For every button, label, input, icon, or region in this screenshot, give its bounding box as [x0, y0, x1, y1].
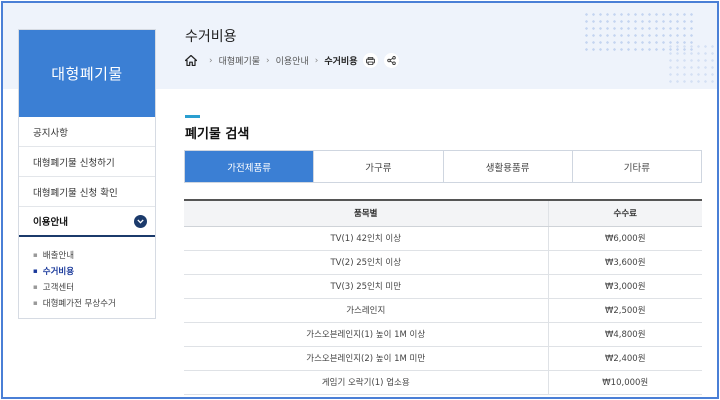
- page-title: 수거비용: [185, 29, 237, 45]
- table-row: TV(1) 42인치 이상 ₩6,000원: [184, 226, 702, 251]
- item-name: 가스레인지: [184, 298, 549, 323]
- sidebar-item-apply[interactable]: 대형폐기물 신청하기: [19, 147, 155, 177]
- chevron-right-icon: ›: [209, 55, 213, 66]
- table-row: 게임기 오락기(1) 업소용 ₩10,000원: [184, 370, 702, 395]
- tab-other[interactable]: 기타류: [571, 151, 701, 182]
- share-icon: [387, 56, 397, 65]
- home-icon[interactable]: [185, 55, 197, 66]
- submenu-item-label: 고객센터: [42, 283, 75, 293]
- tab-household[interactable]: 생활용품류: [442, 151, 572, 182]
- bullet-icon: ▪: [33, 299, 38, 307]
- chevron-down-icon[interactable]: [134, 214, 147, 228]
- item-fee: ₩2,400원: [548, 346, 702, 371]
- item-fee: ₩6,000원: [548, 226, 702, 251]
- sidebar-item-guide[interactable]: 이용안내: [19, 207, 155, 237]
- chevron-right-icon: ›: [266, 55, 270, 66]
- tab-furniture[interactable]: 가구류: [313, 151, 443, 182]
- print-icon: [366, 56, 376, 65]
- breadcrumb-item[interactable]: 대형폐기물: [219, 54, 260, 67]
- submenu-item-support[interactable]: ▪ 고객센터: [33, 279, 155, 295]
- item-fee: ₩3,600원: [548, 250, 702, 275]
- table-row: TV(3) 25인치 미만 ₩3,000원: [184, 274, 702, 299]
- breadcrumb-current: 수거비용: [324, 57, 358, 67]
- section-accent: [185, 115, 200, 118]
- breadcrumb: › 대형폐기물 › 이용안내 › 수거비용: [185, 53, 400, 68]
- table-row: 가스오븐레인지(2) 높이 1M 미만 ₩2,400원: [184, 346, 702, 371]
- item-fee: ₩4,800원: [548, 322, 702, 347]
- item-name: TV(1) 42인치 이상: [184, 226, 549, 251]
- table-row: TV(2) 25인치 이상 ₩3,600원: [184, 250, 702, 275]
- sidebar-heading: 대형폐기물: [19, 30, 155, 117]
- submenu-item-label: 배출안내: [42, 251, 75, 261]
- table-header-row: 품목별 수수료: [184, 200, 702, 227]
- item-fee: ₩10,000원: [548, 370, 702, 395]
- bullet-icon: ▪: [33, 283, 38, 291]
- column-header-fee: 수수료: [548, 200, 702, 227]
- sidebar-item-notice[interactable]: 공지사항: [19, 117, 155, 147]
- submenu-item-free-pickup[interactable]: ▪ 대형폐가전 무상수거: [33, 295, 155, 311]
- submenu-item-cost[interactable]: ▪ 수거비용: [33, 263, 155, 279]
- table-row: 가스레인지 ₩2,500원: [184, 298, 702, 323]
- sidebar-item-label: 이용안내: [33, 217, 68, 228]
- sidebar-item-check[interactable]: 대형폐기물 신청 확인: [19, 177, 155, 207]
- table-row: 가스오븐레인지(1) 높이 1M 이상 ₩4,800원: [184, 322, 702, 347]
- bullet-icon: ▪: [33, 251, 38, 259]
- fee-table: 품목별 수수료 TV(1) 42인치 이상 ₩6,000원 TV(2) 25인치…: [184, 199, 702, 395]
- item-name: TV(2) 25인치 이상: [184, 250, 549, 275]
- submenu-item-disposal[interactable]: ▪ 배출안내: [33, 247, 155, 263]
- item-name: TV(3) 25인치 미만: [184, 274, 549, 299]
- item-fee: ₩2,500원: [548, 298, 702, 323]
- item-name: 가스오븐레인지(2) 높이 1M 미만: [184, 346, 549, 371]
- tab-appliances[interactable]: 가전제품류: [185, 151, 314, 182]
- print-button[interactable]: [363, 53, 379, 68]
- bullet-icon: ▪: [33, 267, 38, 275]
- submenu-item-label: 수거비용: [42, 267, 75, 277]
- column-header-item: 품목별: [184, 200, 549, 227]
- submenu-item-label: 대형폐가전 무상수거: [42, 299, 116, 309]
- chevron-right-icon: ›: [314, 55, 319, 66]
- share-button[interactable]: [384, 53, 400, 68]
- item-fee: ₩3,000원: [548, 274, 702, 299]
- item-name: 게임기 오락기(1) 업소용: [184, 370, 549, 395]
- item-name: 가스오븐레인지(1) 높이 1M 이상: [184, 322, 549, 347]
- breadcrumb-item[interactable]: 이용안내: [276, 54, 309, 67]
- decorative-dots: [667, 43, 717, 83]
- category-tabs: 가전제품류 가구류 생활용품류 기타류: [184, 150, 702, 183]
- sidebar-submenu: ▪ 배출안내 ▪ 수거비용 ▪ 고객센터 ▪ 대형폐가전 무상수거: [19, 237, 155, 311]
- section-title: 폐기물 검색: [185, 127, 250, 142]
- sidebar: 대형폐기물 공지사항 대형폐기물 신청하기 대형폐기물 신청 확인 이용안내 ▪…: [18, 29, 156, 319]
